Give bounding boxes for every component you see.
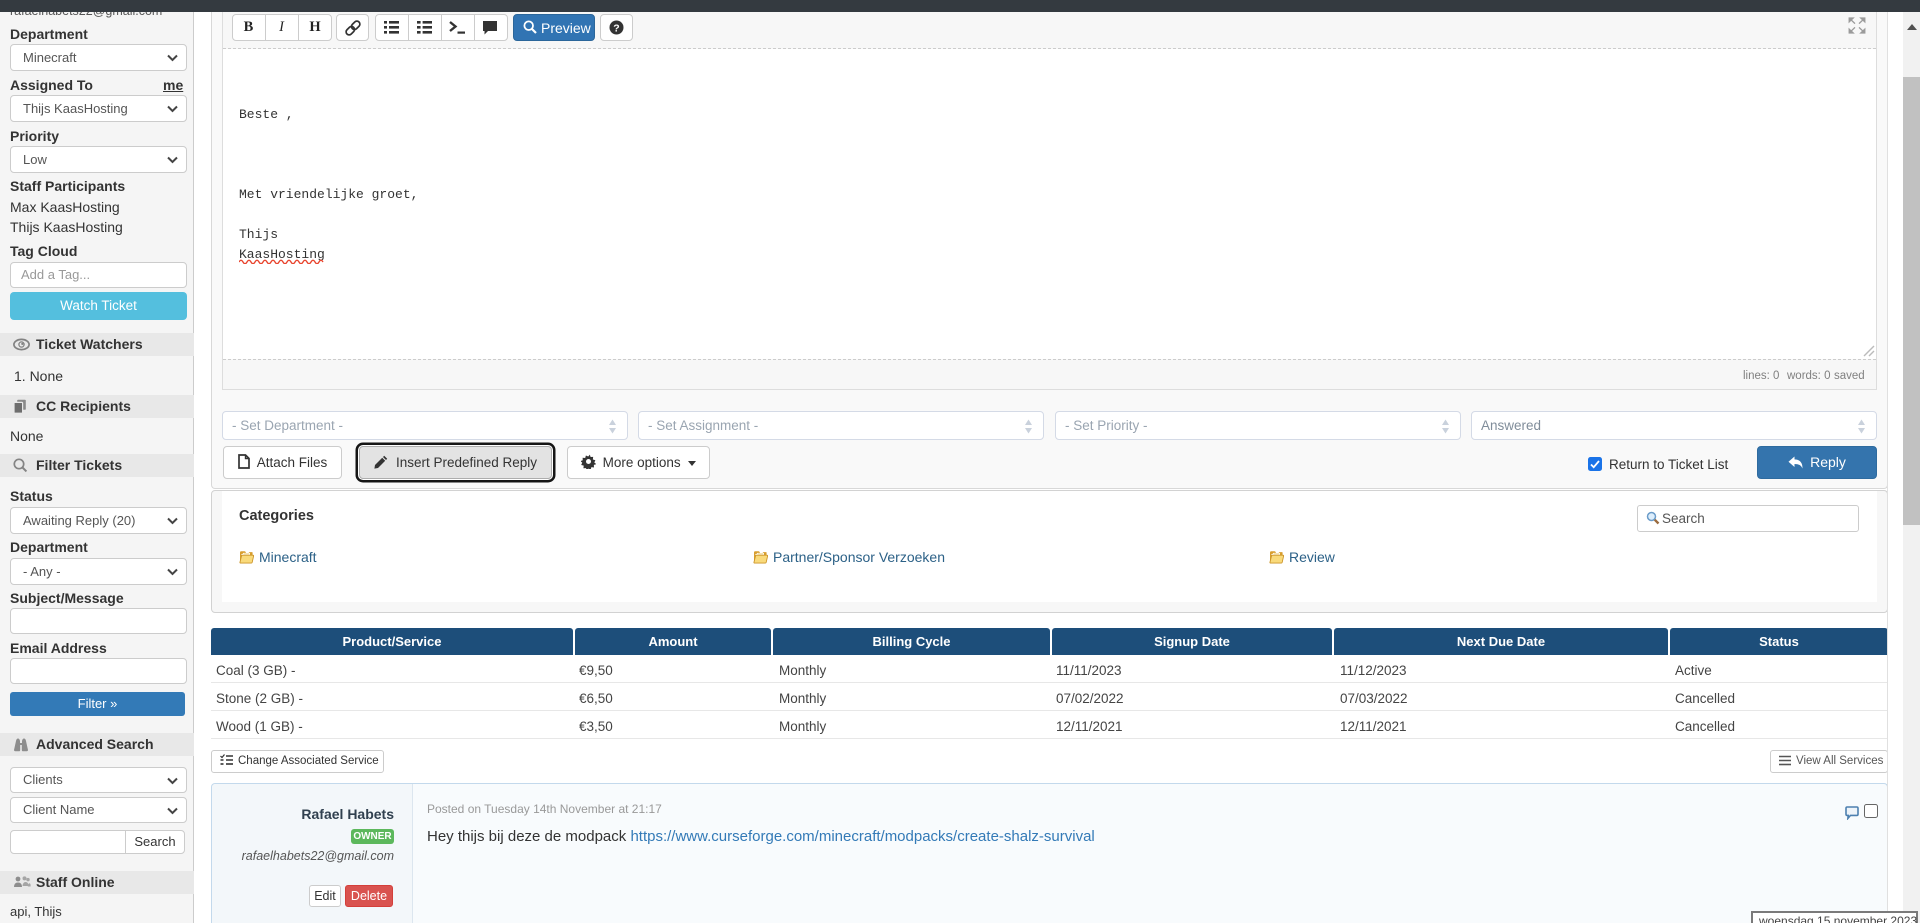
svg-text:?: ? [613, 22, 619, 34]
